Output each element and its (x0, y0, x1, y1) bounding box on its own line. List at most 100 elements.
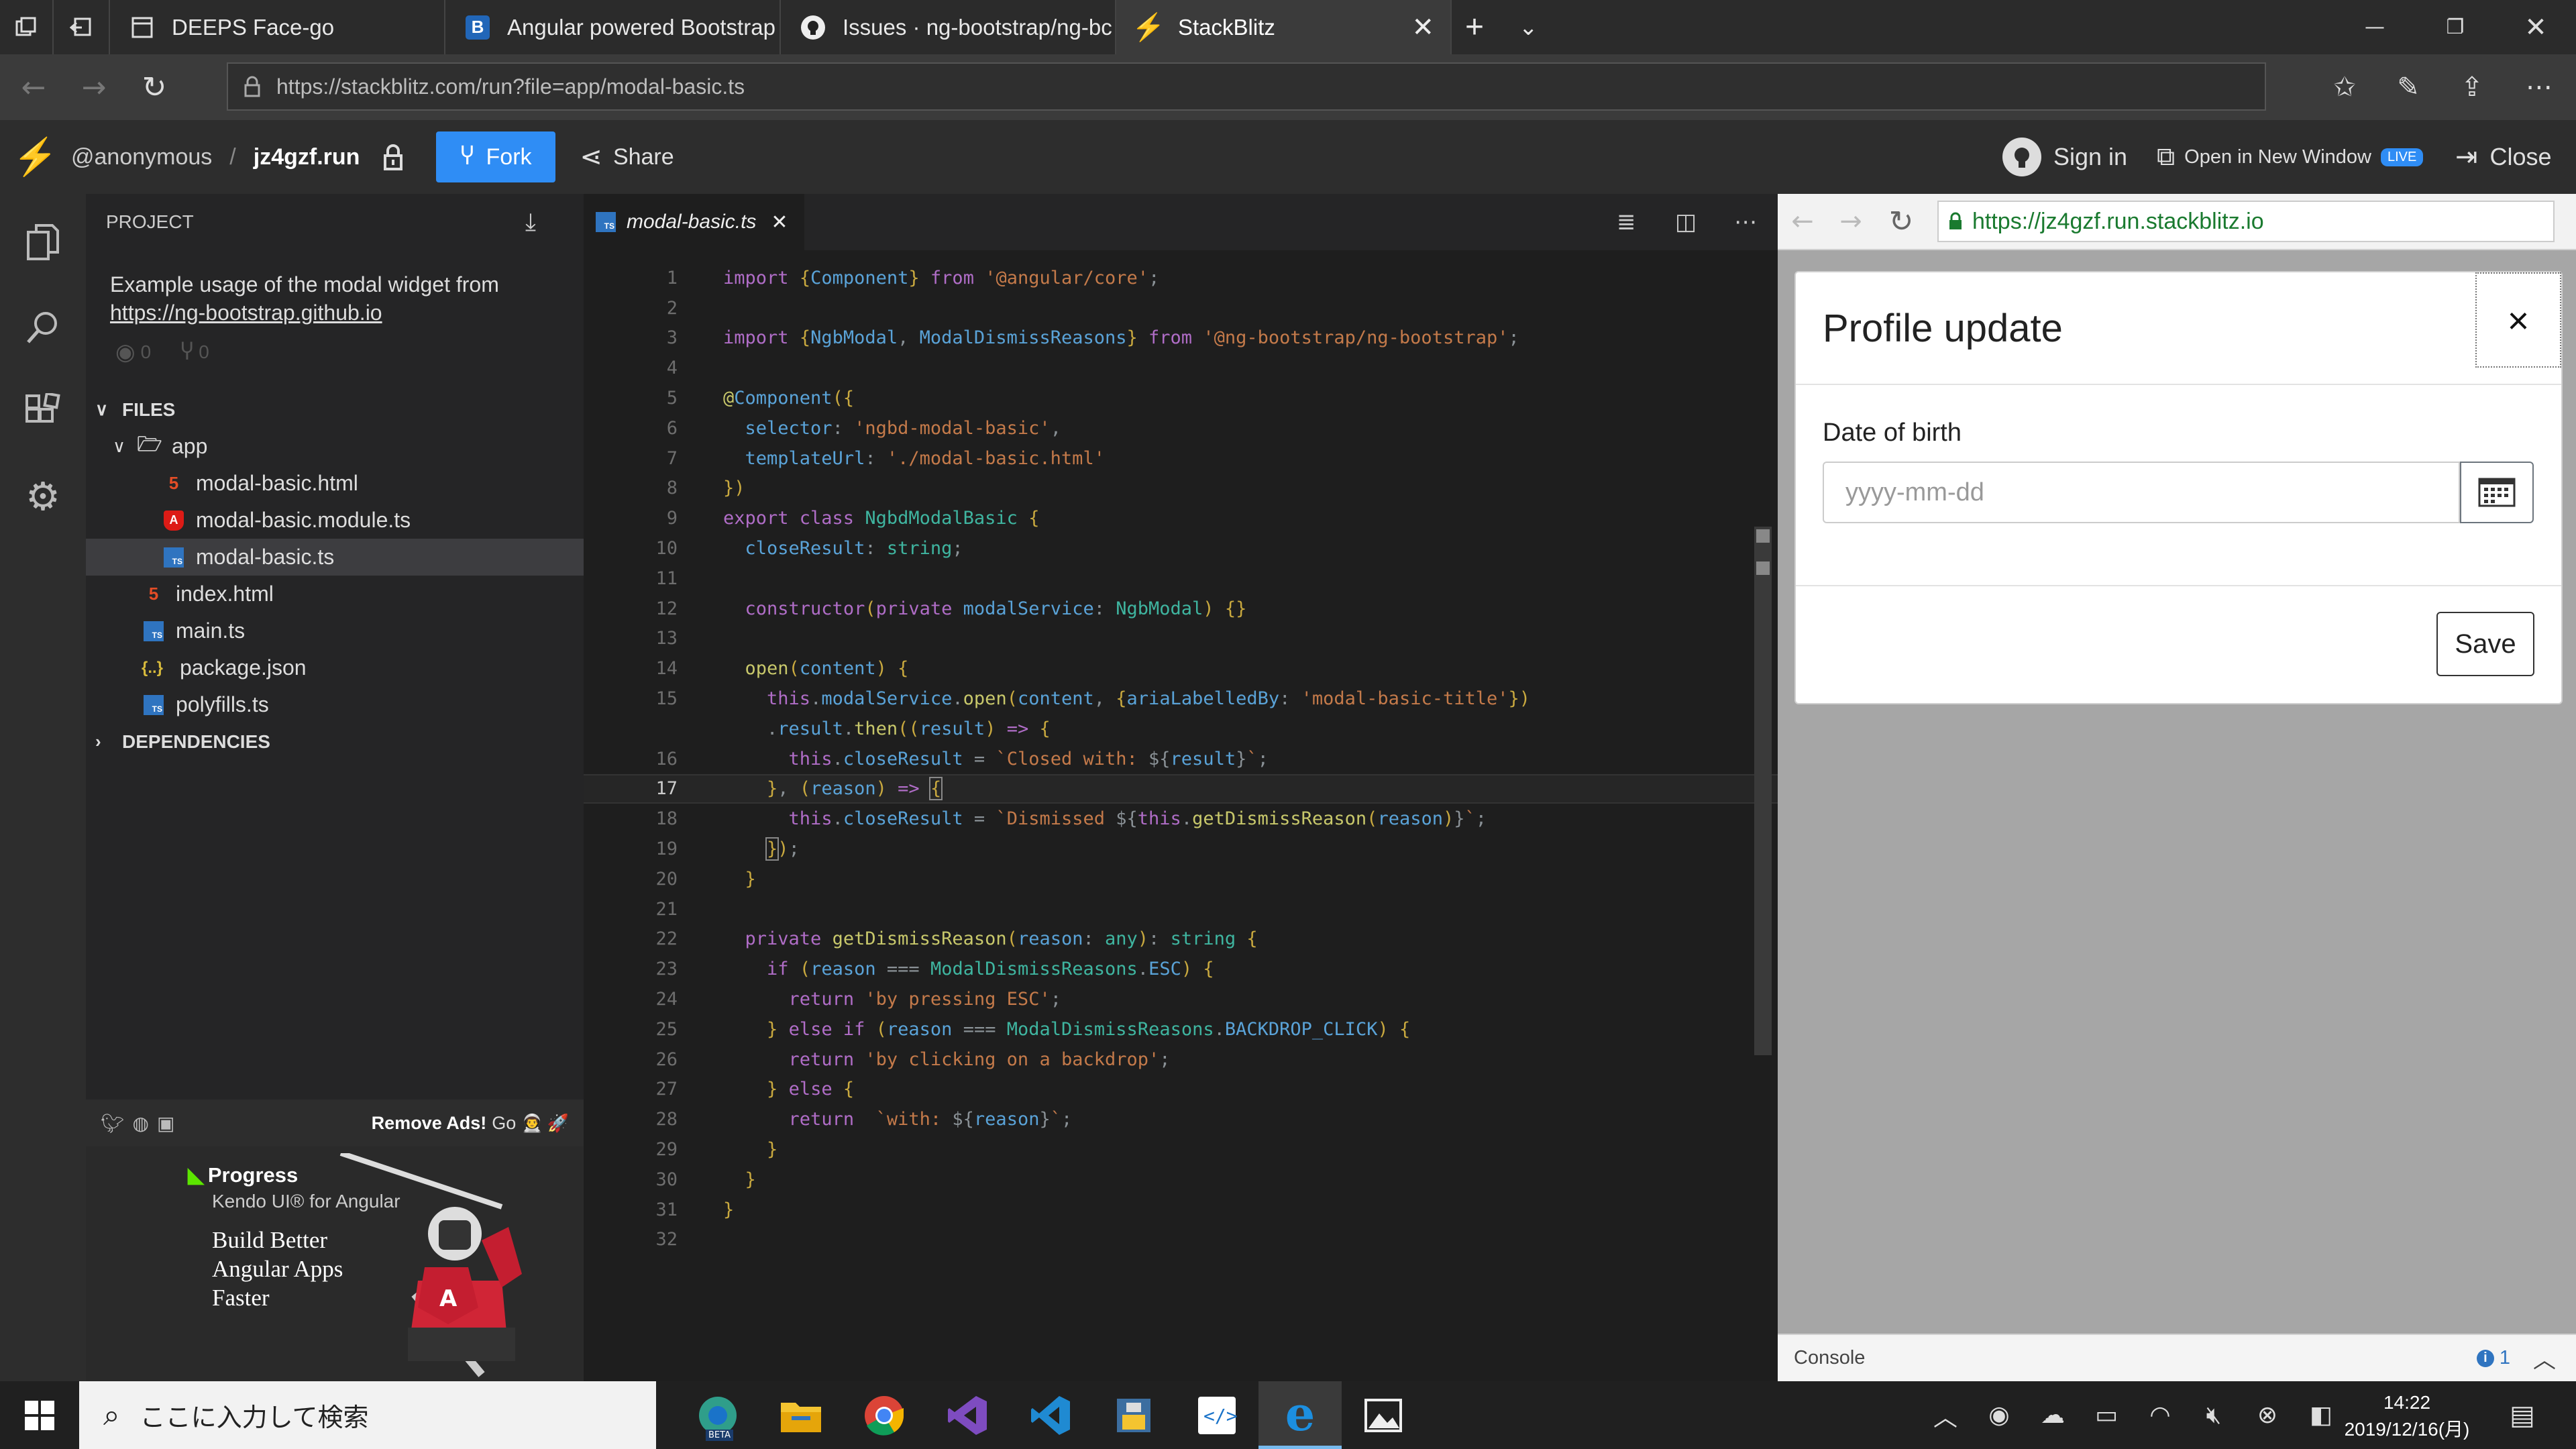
download-icon[interactable]: ⤓ (525, 208, 536, 237)
search-icon[interactable] (0, 285, 86, 370)
file-name: index.html (176, 582, 274, 606)
discord-icon[interactable]: ▣ (157, 1112, 174, 1134)
favorites-hub-icon[interactable]: ✩ (2314, 61, 2375, 113)
modal-close-button[interactable]: × (2475, 272, 2561, 368)
preview-url-bar[interactable]: https://jz4gzf.run.stackblitz.io (1937, 201, 2555, 242)
files-icon[interactable] (0, 201, 86, 285)
share-button[interactable]: ⋖ Share (580, 142, 674, 172)
progress-icon: ◣ (188, 1163, 204, 1187)
chevron-down-icon: ∨ (95, 399, 109, 419)
file-name: package.json (180, 655, 307, 680)
file-explorer-app-icon[interactable] (759, 1381, 843, 1449)
github-icon[interactable]: ◍ (133, 1112, 149, 1134)
file-name: modal-basic.module.ts (196, 508, 411, 532)
line-number: 11 (655, 568, 678, 589)
console-bar[interactable]: Console i 1 ︿ (1778, 1334, 2576, 1381)
chevron-down-icon[interactable]: ⌄ (1505, 0, 1559, 54)
pen-icon[interactable]: ✎ (2378, 61, 2438, 113)
preview-url-text: https://jz4gzf.run.stackblitz.io (1972, 208, 2264, 234)
file-item-selected[interactable]: TS modal-basic.ts (86, 539, 584, 576)
ads-go-link[interactable]: Go (492, 1113, 516, 1134)
browser-tab[interactable]: DEEPS Face-go (110, 0, 445, 54)
record-icon[interactable]: ◉ (1972, 1401, 2026, 1429)
split-editor-icon[interactable]: ◫ (1675, 209, 1697, 235)
fork-button[interactable]: Ⴤ Fork (436, 131, 556, 182)
sign-in-button[interactable]: Sign in (2002, 138, 2127, 176)
stackblitz-logo-icon[interactable]: ⚡ (0, 136, 71, 178)
remove-ads-link[interactable]: Remove Ads! (372, 1113, 487, 1134)
file-item[interactable]: TS main.ts (86, 612, 584, 649)
editor-scrollbar[interactable] (1754, 527, 1772, 1055)
photos-app-icon[interactable] (1342, 1381, 1425, 1449)
close-window-icon[interactable]: ✕ (2496, 0, 2576, 54)
code-editor-app-icon[interactable]: </> (1175, 1381, 1258, 1449)
onedrive-icon[interactable]: ☁ (2026, 1401, 2080, 1429)
browser-tab[interactable]: Issues · ng-bootstrap/ng-bc (781, 0, 1116, 54)
twitter-icon[interactable]: 🐦︎ (101, 1112, 125, 1134)
back-icon[interactable]: ← (3, 54, 64, 120)
edge-beta-app-icon[interactable]: BETA (676, 1381, 759, 1449)
share-icon[interactable]: ⇪ (2442, 61, 2502, 113)
wifi-icon[interactable]: ◠ (2133, 1401, 2187, 1429)
astronaut-icon: 👨‍🚀 (521, 1112, 543, 1133)
profile-modal: Profile update × Date of birth yyyy-mm-d… (1794, 271, 2563, 704)
extensions-icon[interactable] (0, 370, 86, 454)
settings-gear-icon[interactable]: ⚙ (0, 454, 86, 539)
notification-icon[interactable]: ▤ (2489, 1381, 2556, 1449)
description-link[interactable]: https://ng-bootstrap.github.io (110, 299, 559, 327)
more-icon[interactable]: ⋯ (2509, 61, 2569, 113)
advertisement[interactable]: ◣ Progress Kendo UI® for Angular Build B… (86, 1146, 584, 1381)
set-tabs-aside-icon[interactable] (54, 0, 110, 54)
minimize-icon[interactable]: — (2334, 0, 2415, 54)
new-tab-icon[interactable]: + (1452, 0, 1505, 54)
browser-tab-active[interactable]: ⚡ StackBlitz ✕ (1116, 0, 1452, 54)
tab-actions-icon[interactable] (0, 0, 54, 54)
format-icon[interactable]: ≣ (1617, 209, 1636, 235)
open-new-window-button[interactable]: ⧉ Open in New Window LIVE (2157, 143, 2424, 172)
file-item[interactable]: 5 modal-basic.html (86, 465, 584, 502)
refresh-icon[interactable]: ↻ (1874, 205, 1928, 239)
dob-input[interactable]: yyyy-mm-dd (1823, 462, 2460, 523)
more-icon[interactable]: ⋯ (1734, 209, 1757, 235)
clock[interactable]: 14:22 2019/12/16(月) (2340, 1389, 2474, 1443)
file-name: modal-basic.ts (196, 545, 335, 569)
volume-muted-icon[interactable]: 🔇︎ (2187, 1401, 2241, 1430)
address-bar[interactable]: https://stackblitz.com/run?file=app/moda… (227, 62, 2266, 111)
file-item[interactable]: TS polyfills.ts (86, 686, 584, 723)
refresh-icon[interactable]: ↻ (124, 54, 184, 120)
line-number: 20 (655, 868, 678, 890)
folder-app[interactable]: ∨ 🗁 app (86, 428, 584, 465)
python-app-icon[interactable] (1092, 1381, 1175, 1449)
code-line: 2 (584, 293, 1778, 323)
files-section-header[interactable]: ∨ FILES (86, 391, 584, 428)
forward-icon[interactable]: → (1827, 206, 1874, 237)
vscode-app-icon[interactable] (1009, 1381, 1092, 1449)
chevron-up-icon[interactable]: ︿ (2533, 1342, 2556, 1375)
file-item[interactable]: {..} package.json (86, 649, 584, 686)
chevron-up-icon[interactable]: ︿ (1919, 1398, 1972, 1433)
editor-tab-active[interactable]: TS modal-basic.ts ✕ (584, 194, 804, 250)
chrome-app-icon[interactable] (843, 1381, 926, 1449)
close-tab-icon[interactable]: ✕ (1411, 12, 1434, 43)
file-item[interactable]: A modal-basic.module.ts (86, 502, 584, 539)
dependencies-section-header[interactable]: › DEPENDENCIES (86, 723, 584, 760)
battery-icon[interactable]: ▭ (2080, 1401, 2133, 1429)
code-area[interactable]: 1 import {Component} from '@angular/core'… (584, 250, 1778, 1254)
restore-icon[interactable]: ❐ (2415, 0, 2496, 54)
error-icon[interactable]: ⊗ (2241, 1401, 2294, 1429)
calendar-button[interactable] (2460, 462, 2534, 523)
taskbar-search-box[interactable]: ⌕ ここに入力して検索 (79, 1381, 656, 1449)
close-icon[interactable]: ✕ (771, 211, 788, 234)
file-item[interactable]: 5 index.html (86, 576, 584, 612)
save-button[interactable]: Save (2436, 612, 2534, 676)
browser-tab[interactable]: B Angular powered Bootstrap (445, 0, 781, 54)
forward-icon[interactable]: → (64, 54, 124, 120)
user-name[interactable]: @anonymous (71, 144, 212, 170)
visual-studio-app-icon[interactable] (926, 1381, 1009, 1449)
close-preview-button[interactable]: ⇥ Close (2455, 142, 2552, 172)
project-id[interactable]: jz4gzf.run (254, 144, 360, 170)
line-number: 22 (655, 928, 678, 950)
back-icon[interactable]: ← (1778, 206, 1827, 237)
windows-start-icon[interactable] (0, 1381, 79, 1449)
edge-app-icon[interactable]: e (1258, 1381, 1342, 1449)
